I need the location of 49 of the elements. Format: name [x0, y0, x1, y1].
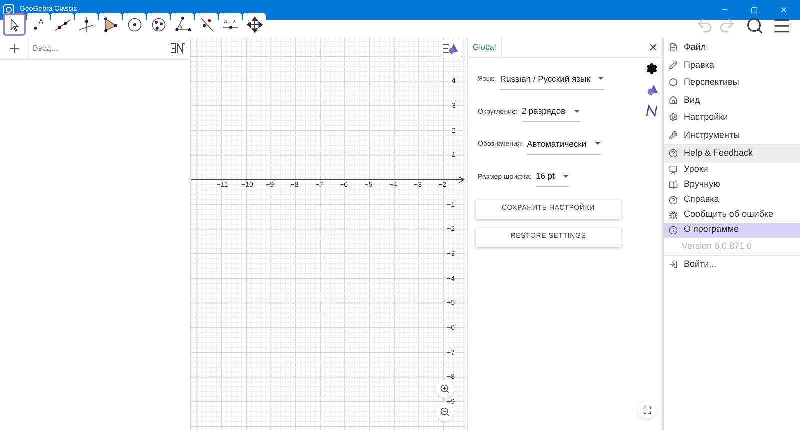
zoom-in-icon	[440, 384, 450, 394]
setting-dropdown[interactable]: Russian / Русский язык	[500, 70, 604, 90]
graphics-style-icon	[443, 43, 459, 55]
tutorials-icon	[669, 166, 678, 174]
angle-tool-icon	[172, 14, 192, 34]
setting-dropdown[interactable]: 2 разрядов	[522, 103, 580, 122]
bug-icon	[669, 210, 678, 220]
edit-icon	[669, 60, 678, 70]
caret-icon	[574, 110, 580, 114]
graphics-icon[interactable]	[646, 84, 658, 96]
manual-icon	[669, 180, 678, 190]
tool-button[interactable]	[3, 13, 26, 36]
pan-tool-icon	[244, 14, 264, 34]
maximize-icon[interactable]	[751, 6, 758, 14]
algebra-icon[interactable]	[646, 105, 658, 117]
menu-item[interactable]: О программе	[664, 222, 800, 238]
fullscreen-button[interactable]	[638, 401, 656, 419]
gear-icon[interactable]	[646, 63, 658, 75]
view-icon	[669, 96, 678, 105]
menu-item[interactable]: Help & Feedback	[664, 145, 800, 162]
perspectives-icon	[669, 78, 678, 88]
caret-icon	[594, 142, 601, 146]
undo-icon[interactable]	[696, 17, 714, 35]
zoom-out-button[interactable]	[436, 403, 454, 421]
redo-icon[interactable]	[718, 17, 736, 35]
zoom-in-button[interactable]	[436, 380, 454, 398]
settings-icon	[669, 113, 678, 122]
help-icon	[669, 149, 678, 158]
app-icon	[3, 4, 15, 16]
style-bar-button[interactable]	[441, 40, 461, 58]
plus-icon	[10, 44, 18, 53]
close-icon[interactable]	[780, 6, 788, 14]
zoom-out-icon	[440, 407, 450, 417]
question-icon	[669, 196, 678, 204]
setting-dropdown[interactable]: Автоматически	[527, 136, 601, 155]
caret-icon	[562, 174, 569, 179]
input-field[interactable]: Ввод...	[28, 38, 166, 60]
setting-dropdown[interactable]: 16 pt	[536, 168, 569, 188]
signin-icon	[669, 260, 678, 270]
info-icon	[669, 226, 678, 234]
perpendicular-tool-icon	[76, 14, 96, 34]
caret-icon	[598, 77, 604, 82]
tools-icon	[669, 130, 678, 140]
search-icon[interactable]	[746, 17, 764, 35]
menu-item[interactable]: Уроки	[664, 162, 800, 178]
file-icon	[669, 43, 678, 52]
fullscreen-icon	[642, 406, 652, 414]
close-icon[interactable]	[648, 42, 659, 53]
exists-n-icon	[170, 43, 186, 54]
